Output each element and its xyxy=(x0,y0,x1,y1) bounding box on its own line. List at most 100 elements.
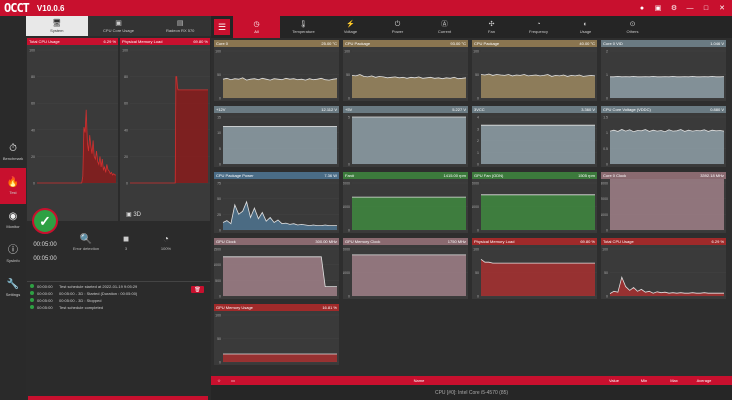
menu-button[interactable]: ☰ xyxy=(214,19,230,35)
star-icon[interactable]: ☆ xyxy=(211,378,227,383)
tick-label: 80 xyxy=(124,75,128,79)
tab-usage[interactable]: ◐ Usage xyxy=(562,16,609,38)
tab-temperature[interactable]: 🌡 Temperature xyxy=(280,16,327,38)
close-icon[interactable]: ✕ xyxy=(714,0,730,16)
tick-label: 40 xyxy=(31,128,35,132)
tile-header: GPU Fan (ODN) 1505 rpm xyxy=(472,172,597,179)
sensor-tile[interactable]: +12V 12.112 V 15 10 5 0 xyxy=(214,106,339,167)
tab-fan[interactable]: ✣ Fan xyxy=(468,16,515,38)
tile-plot: 100 50 0 xyxy=(602,248,726,299)
tile-value: 69.80 % xyxy=(580,239,595,244)
tick-label: 100 xyxy=(215,314,221,318)
sensor-tile[interactable]: GPU Memory Clock 1750 MHz 2000 1000 0 xyxy=(343,238,468,299)
left-tab-1[interactable]: ▣ CPU Core Usage xyxy=(88,16,150,36)
tab-icon: ⚡ xyxy=(346,21,355,28)
log-time: 00:05:00 xyxy=(37,304,53,310)
tab-current[interactable]: Ⓐ Current xyxy=(421,16,468,38)
series-area xyxy=(481,74,595,98)
tab-voltage[interactable]: ⚡ Voltage xyxy=(327,16,374,38)
tick-label: 15 xyxy=(217,116,221,120)
series-area xyxy=(37,109,116,183)
tab-power[interactable]: ⏻ Power xyxy=(374,16,421,38)
chart-title: Total CPU Usage xyxy=(29,39,60,44)
sidebar-item-test[interactable]: 🔥 Test xyxy=(0,168,26,204)
tile-header: +12V 12.112 V xyxy=(214,106,339,113)
tile-plot: 4 3 2 1 0 xyxy=(477,116,597,167)
left-tab-2[interactable]: ▤ Radeon RX 570 xyxy=(149,16,211,36)
sensor-tile[interactable]: CPU Package 93.00 °C 100 50 0 xyxy=(343,40,468,101)
maximize-icon[interactable]: □ xyxy=(698,0,714,16)
sensor-tile[interactable]: CPU Package Power 7.36 W 75 50 25 0 xyxy=(214,172,339,233)
tab-label: Others xyxy=(626,29,639,34)
screenshot-icon[interactable]: ▣ xyxy=(650,0,666,16)
tab-all[interactable]: ◷ All xyxy=(233,16,280,38)
tab-label: Usage xyxy=(579,29,592,34)
sensor-tile[interactable]: CPU Package 40.00 °C 100 50 0 xyxy=(472,40,597,101)
left-tabs: 🖥 System ▣ CPU Core Usage ▤ Radeon RX 570 xyxy=(26,16,211,36)
series-area xyxy=(610,179,724,230)
tab-icon: Ⓐ xyxy=(441,21,448,28)
tile-title: Core 0 Clock xyxy=(603,173,627,178)
tile-header: Core 0 VID 1.046 V xyxy=(601,40,726,47)
settings-icon[interactable]: ⚙ xyxy=(666,0,682,16)
sensor-tile[interactable]: Fan# 1415.00 rpm 2000 1000 0 xyxy=(343,172,468,233)
sensor-tile[interactable]: GPU Memory Usage 16.81 % 100 50 0 xyxy=(214,304,339,365)
sidebar-item-settings[interactable]: 🔧 Settings xyxy=(0,270,26,306)
tick-label: 0 xyxy=(606,97,608,101)
tile-header: CPU Package Power 7.36 W xyxy=(214,172,339,179)
sensor-tile[interactable]: +5V 5.227 V50 xyxy=(343,106,468,167)
col-max[interactable]: Max xyxy=(659,378,689,383)
minimize-icon[interactable]: — xyxy=(682,0,698,16)
tile-value: 0.880 V xyxy=(710,107,724,112)
monitor-icon[interactable]: ▭ xyxy=(227,378,239,383)
left-tab-0[interactable]: 🖥 System xyxy=(26,16,88,36)
settings-icon: 🔧 xyxy=(6,279,20,290)
clear-log-button[interactable]: 🗑 xyxy=(191,286,204,293)
info-icon[interactable]: ● xyxy=(634,0,650,16)
test-stat-0: 🔍 Error detection xyxy=(66,234,106,251)
title-bar: OCCT V10.0.6 ● ▣ ⚙ — □ ✕ xyxy=(0,0,732,16)
col-name[interactable]: Name xyxy=(239,378,599,383)
sensor-tile[interactable]: Total CPU Usage 6.29 % 100 50 0 xyxy=(601,238,726,299)
tab-icon: ▤ xyxy=(176,19,184,27)
sidebar-item-sysinfo[interactable]: ⓘ SysInfo xyxy=(0,236,26,272)
tile-value: 1.046 V xyxy=(710,41,724,46)
series-area xyxy=(223,354,337,362)
tab-frequency[interactable]: ◔ Frequency xyxy=(515,16,562,38)
col-value[interactable]: Value xyxy=(599,378,629,383)
sensor-table-row[interactable]: CPU [#0]: Intel Core i5-4570 (85) xyxy=(211,385,732,400)
sensor-tile[interactable]: GPU Fan (ODN) 1505 rpm 2000 1000 0 xyxy=(472,172,597,233)
sensor-tile[interactable]: 3VCC 3.360 V 4 3 2 1 0 xyxy=(472,106,597,167)
test-mode-label: 3D xyxy=(133,212,142,218)
tab-others[interactable]: ⊙ Others xyxy=(609,16,656,38)
duration-time: 00:05:00 xyxy=(33,256,57,262)
sensor-tile[interactable]: CPU Core Voltage (VDDC) 0.880 V 1.5 1 0.5 0 xyxy=(601,106,726,167)
tile-plot: 100 50 0 xyxy=(344,50,468,101)
sensor-tile[interactable]: Core 0 Clock 3392.18 MHz 3000 2000 1000 0 xyxy=(601,172,726,233)
col-min[interactable]: Min xyxy=(629,378,659,383)
sensor-tile[interactable]: Core 0 VID 1.046 V 2 1 0 xyxy=(601,40,726,101)
tick-label: 0 xyxy=(219,163,221,167)
sensor-tile[interactable]: GPU Clock 300.00 MHz 1500 1000 500 0 xyxy=(214,238,339,299)
series-area xyxy=(481,259,595,296)
tab-icon: 🖥 xyxy=(52,19,62,27)
tile-header: Core 0 25.00 °C xyxy=(214,40,339,47)
sensor-tile[interactable]: Core 0 25.00 °C 100 50 0 xyxy=(214,40,339,101)
tile-value: 1415.00 rpm xyxy=(443,173,466,178)
left-panel: 🖥 System ▣ CPU Core Usage ▤ Radeon RX 570 Tot… xyxy=(26,16,211,400)
tick-label: 50 xyxy=(475,271,479,275)
test-stat-1: ■ 3 xyxy=(106,234,146,251)
tile-header: Physical Memory Load 69.80 % xyxy=(472,238,597,245)
series-area xyxy=(352,197,466,230)
series-area xyxy=(610,129,724,164)
tick-label: 0 xyxy=(477,295,479,299)
sidebar-item-benchmark[interactable]: ⏱ Benchmark xyxy=(0,134,26,170)
sidebar-item-monitor[interactable]: ◉ Monitor xyxy=(0,202,26,238)
tick-label: 100 xyxy=(473,50,479,54)
col-average[interactable]: Average xyxy=(689,378,719,383)
sensor-tile[interactable]: Physical Memory Load 69.80 % 100 50 0 xyxy=(472,238,597,299)
series-area xyxy=(352,117,466,164)
tick-label: 100 xyxy=(602,248,608,252)
start-test-button[interactable]: ↲ xyxy=(28,396,208,400)
tile-plot: 50 xyxy=(348,116,468,167)
